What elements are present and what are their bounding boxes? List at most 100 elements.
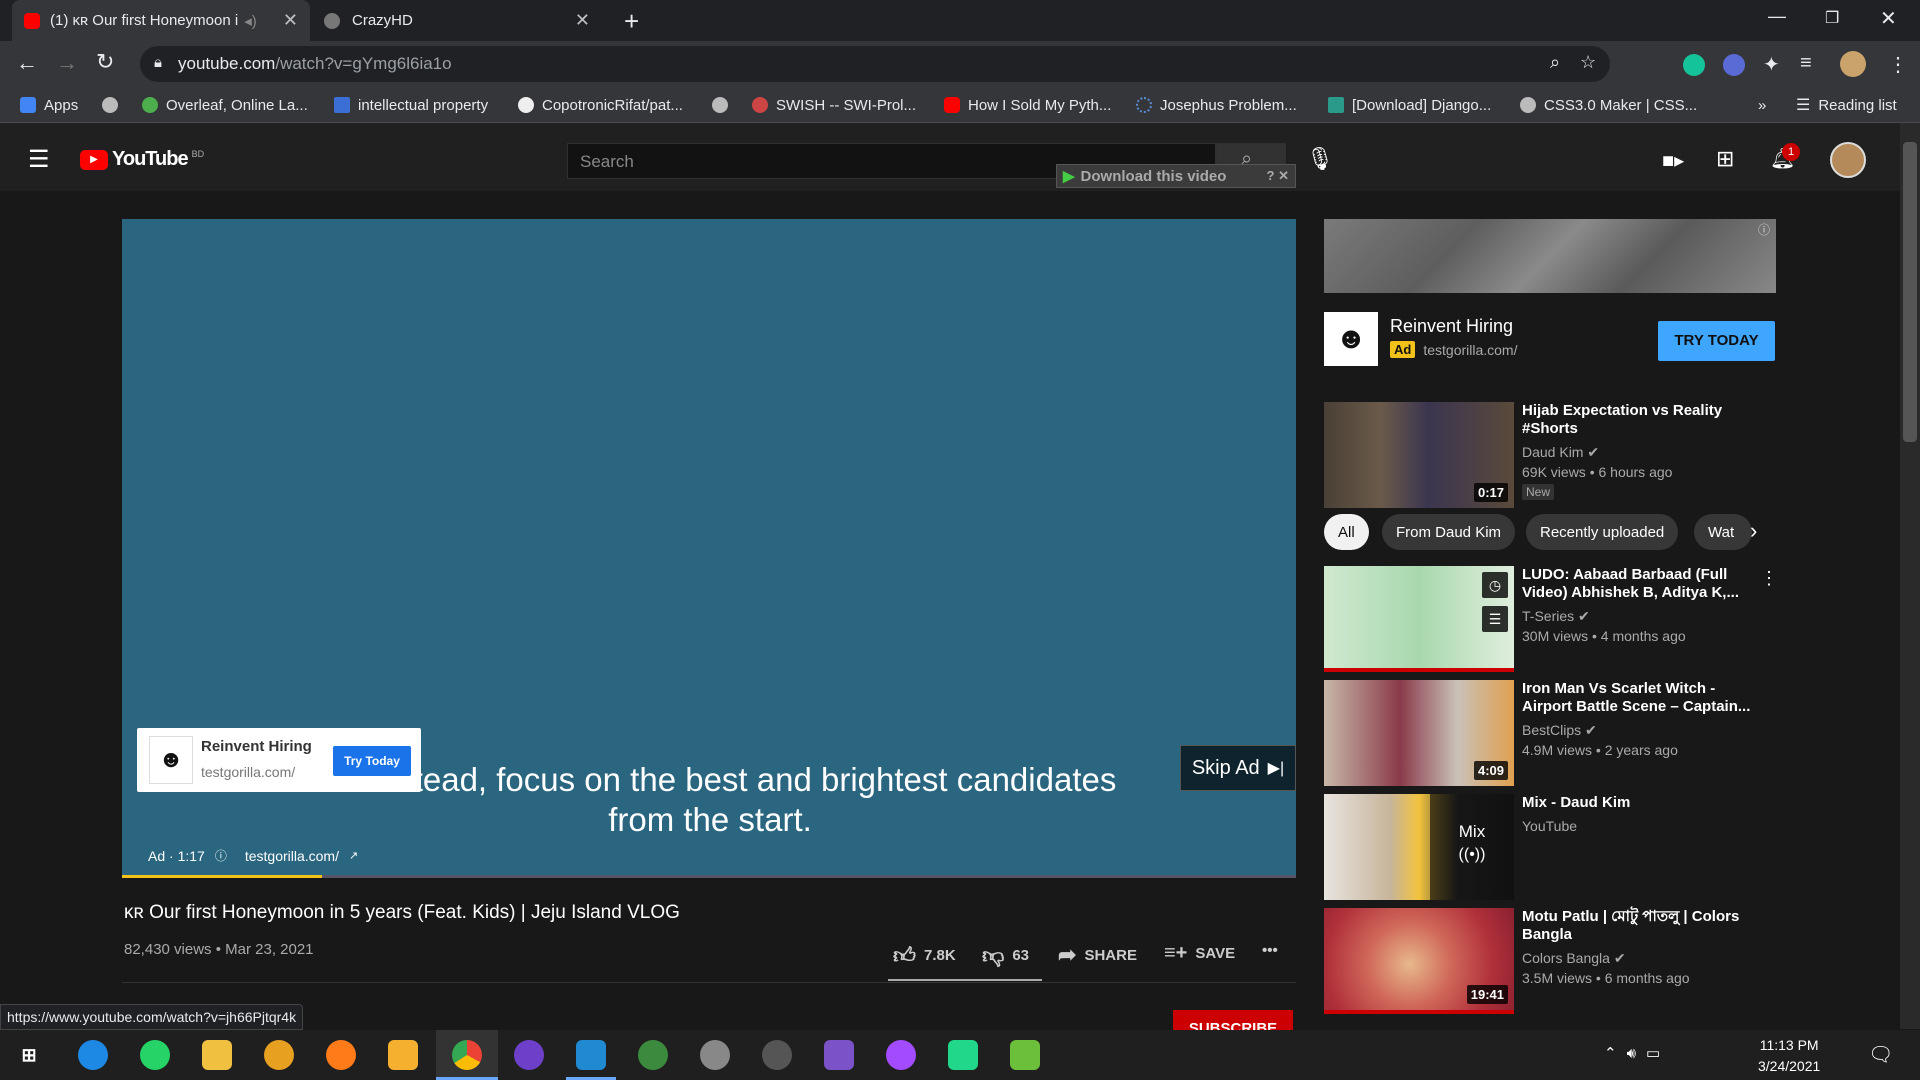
- bookmark-swish[interactable]: SWISH -- SWI-Prol...: [752, 95, 916, 115]
- new-tab-icon[interactable]: +: [624, 6, 639, 37]
- testgorilla-logo-icon[interactable]: ☻: [1324, 312, 1378, 366]
- app-icon[interactable]: [638, 1040, 668, 1070]
- video-thumbnail[interactable]: 19:41: [1324, 908, 1514, 1014]
- bookmark-css[interactable]: CSS3.0 Maker | CSS...: [1520, 95, 1697, 115]
- video-thumbnail[interactable]: 0:17: [1324, 402, 1514, 508]
- minimize-icon[interactable]: —: [1768, 6, 1786, 27]
- browser-icon[interactable]: [78, 1040, 108, 1070]
- chip-from-daud-kim[interactable]: From Daud Kim: [1382, 514, 1516, 550]
- close-icon[interactable]: ? ✕: [1267, 168, 1295, 184]
- menu-dots-icon[interactable]: ⋮: [1888, 52, 1908, 77]
- taskbar-clock[interactable]: 11:13 PM 3/24/2021: [1758, 1035, 1820, 1077]
- reading-list[interactable]: ☰ Reading list: [1796, 95, 1897, 115]
- visual-studio-icon[interactable]: [824, 1040, 854, 1070]
- bookmark-ip[interactable]: intellectual property: [334, 95, 488, 115]
- video-thumbnail[interactable]: Mix ((•)): [1324, 794, 1514, 900]
- more-options-icon[interactable]: ⋮: [1760, 568, 1778, 589]
- recommended-video[interactable]: 19:41 Motu Patlu | মোটু পাতলু | Colors B…: [1324, 908, 1774, 1014]
- bookmark-globe-2[interactable]: [712, 95, 728, 115]
- back-icon[interactable]: ←: [16, 50, 38, 76]
- chevron-right-icon[interactable]: ›: [1750, 518, 1757, 544]
- restore-icon[interactable]: ❐: [1825, 8, 1839, 28]
- recommended-mix[interactable]: Mix ((•)) Mix - Daud Kim YouTube: [1324, 794, 1774, 900]
- video-title[interactable]: Mix - Daud Kim: [1522, 794, 1762, 812]
- app-icon[interactable]: [1010, 1040, 1040, 1070]
- video-title[interactable]: LUDO: Aabaad Barbaad (Full Video) Abhish…: [1522, 566, 1762, 602]
- video-title[interactable]: Iron Man Vs Scarlet Witch - Airport Batt…: [1522, 680, 1762, 716]
- subscribe-button[interactable]: SUBSCRIBE: [1173, 1010, 1293, 1030]
- hamburger-menu-icon[interactable]: ☰: [28, 145, 50, 174]
- notifications-icon[interactable]: 🗨︎: [1868, 1042, 1893, 1067]
- close-tab-icon[interactable]: ✕: [283, 10, 298, 31]
- bookmark-python[interactable]: How I Sold My Pyth...: [944, 95, 1111, 115]
- vpn-icon[interactable]: [264, 1040, 294, 1070]
- chrome-icon[interactable]: [452, 1040, 482, 1070]
- bookmark-github[interactable]: CopotronicRifat/pat...: [518, 95, 683, 115]
- skip-ad-button[interactable]: Skip Ad ▶|: [1180, 745, 1296, 791]
- app-icon[interactable]: [388, 1040, 418, 1070]
- address-bar[interactable]: 🔒︎ youtube.com/watch?v=gYmg6l6ia1o ⌕ ☆: [140, 46, 1610, 82]
- whatsapp-icon[interactable]: [140, 1040, 170, 1070]
- recommended-video[interactable]: 0:17 Hijab Expectation vs Reality #Short…: [1324, 402, 1774, 508]
- sidebar-ad-title[interactable]: Reinvent Hiring: [1390, 316, 1513, 337]
- watch-later-icon[interactable]: ◷: [1482, 572, 1508, 598]
- file-explorer-icon[interactable]: [202, 1040, 232, 1070]
- github-desktop-icon[interactable]: [514, 1040, 544, 1070]
- forward-icon[interactable]: →: [56, 50, 78, 76]
- create-video-icon[interactable]: ■▸: [1662, 148, 1684, 173]
- bookmarks-more[interactable]: »: [1758, 95, 1766, 115]
- add-to-queue-icon[interactable]: ☰: [1482, 606, 1508, 632]
- extension-icon[interactable]: [1723, 54, 1745, 76]
- firefox-icon[interactable]: [326, 1040, 356, 1070]
- video-title[interactable]: Motu Patlu | মোটু পাতলু | Colors Bangla: [1522, 908, 1762, 944]
- account-avatar[interactable]: [1830, 142, 1866, 178]
- app-icon[interactable]: [762, 1040, 792, 1070]
- apps-grid-icon[interactable]: ⊞: [1716, 146, 1734, 172]
- bookmark-globe[interactable]: [102, 95, 118, 115]
- vscode-icon[interactable]: [576, 1040, 606, 1070]
- chip-all[interactable]: All: [1324, 514, 1369, 550]
- bookmark-overleaf[interactable]: Overleaf, Online La...: [142, 95, 308, 115]
- video-thumbnail[interactable]: ◷ ☰: [1324, 566, 1514, 672]
- video-thumbnail[interactable]: 4:09: [1324, 680, 1514, 786]
- try-today-button[interactable]: TRY TODAY: [1658, 321, 1775, 361]
- video-title[interactable]: Hijab Expectation vs Reality #Shorts: [1522, 402, 1762, 438]
- chip-recently-uploaded[interactable]: Recently uploaded: [1526, 514, 1679, 550]
- channel-name[interactable]: YouTube: [1522, 818, 1577, 834]
- share-button[interactable]: ➦ SHARE: [1058, 942, 1137, 968]
- tab-crazyhd[interactable]: CrazyHD ✕: [312, 0, 602, 41]
- close-window-icon[interactable]: ✕: [1880, 6, 1897, 31]
- channel-name[interactable]: T-Series ✔: [1522, 608, 1590, 625]
- dislike-button[interactable]: 👎︎ 63: [982, 942, 1029, 969]
- like-button[interactable]: 👍︎ 7.8K: [893, 942, 956, 969]
- media-control-icon[interactable]: ≡: [1800, 52, 1812, 75]
- mute-icon[interactable]: ◂): [244, 12, 257, 30]
- chip-watched[interactable]: Wat: [1694, 514, 1752, 550]
- tab-youtube[interactable]: (1) ᴋʀ Our first Honeymoon i ◂) ✕: [12, 0, 310, 41]
- download-video-banner[interactable]: ▶ Download this video ? ✕: [1056, 164, 1296, 188]
- bookmark-star-icon[interactable]: ☆: [1580, 52, 1596, 73]
- system-tray-icons[interactable]: ⌃🔊︎▭: [1604, 1044, 1670, 1062]
- scrollbar-thumb[interactable]: [1903, 142, 1917, 442]
- channel-name[interactable]: Daud Kim ✔: [1522, 444, 1599, 461]
- info-icon[interactable]: ⓘ: [215, 847, 227, 864]
- ad-overlay-card[interactable]: ☻ Reinvent Hiring testgorilla.com/ Try T…: [137, 728, 421, 792]
- microphone-icon[interactable]: 🎙︎: [1306, 146, 1334, 172]
- windows-start-icon[interactable]: ⊞: [14, 1040, 44, 1070]
- bookmark-django[interactable]: [Download] Django...: [1328, 95, 1491, 115]
- ad-banner-image[interactable]: ⓘ: [1324, 219, 1776, 293]
- bookmark-apps[interactable]: Apps: [20, 95, 78, 115]
- grammarly-icon[interactable]: [1683, 54, 1705, 76]
- recommended-video[interactable]: 4:09 Iron Man Vs Scarlet Witch - Airport…: [1324, 680, 1774, 786]
- youtube-logo[interactable]: ▶ YouTube BD: [80, 148, 204, 171]
- save-button[interactable]: ≡+ SAVE: [1164, 942, 1235, 965]
- pycharm-icon[interactable]: [948, 1040, 978, 1070]
- messenger-icon[interactable]: [886, 1040, 916, 1070]
- close-tab-icon[interactable]: ✕: [575, 10, 590, 31]
- channel-name[interactable]: BestClips ✔: [1522, 722, 1597, 739]
- ad-domain-link[interactable]: testgorilla.com/: [245, 848, 339, 864]
- profile-avatar[interactable]: [1840, 51, 1866, 77]
- channel-name[interactable]: Colors Bangla ✔: [1522, 950, 1626, 967]
- try-today-button[interactable]: Try Today: [333, 746, 411, 776]
- bookmark-josephus[interactable]: Josephus Problem...: [1136, 95, 1297, 115]
